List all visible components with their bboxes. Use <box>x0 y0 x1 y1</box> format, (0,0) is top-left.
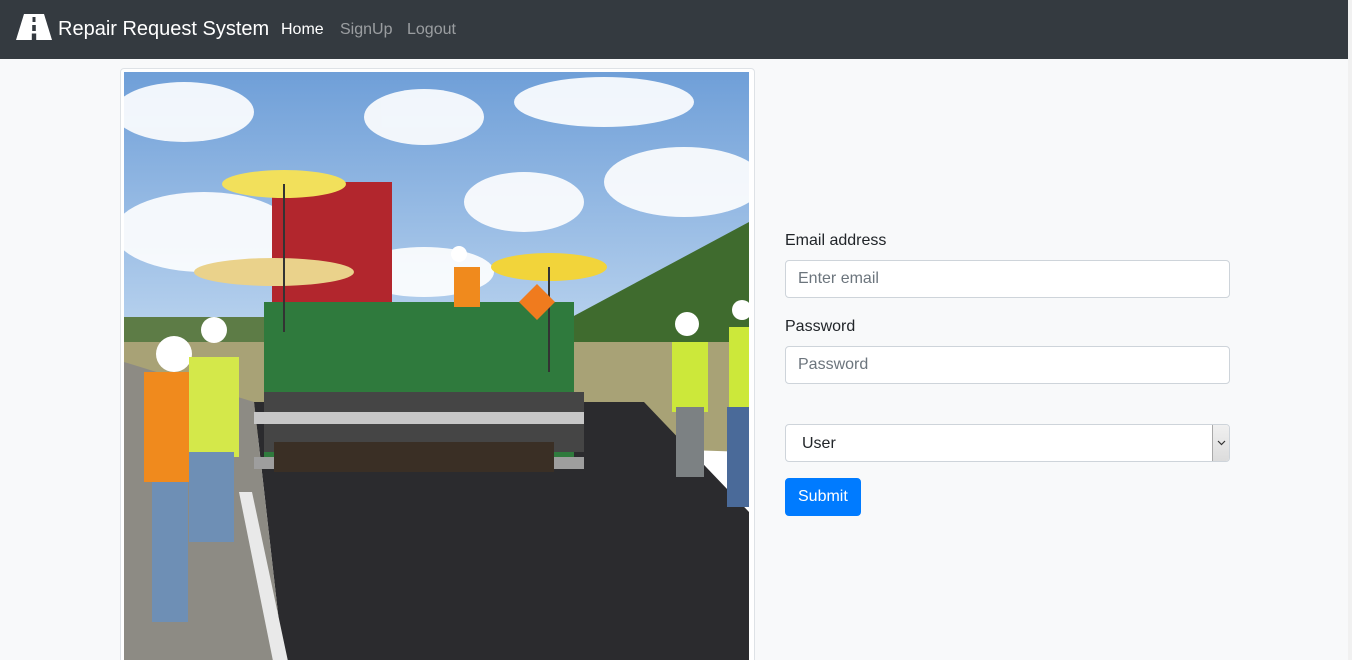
role-select-value: User <box>802 435 836 452</box>
password-input[interactable] <box>785 346 1230 384</box>
road-icon <box>16 13 52 45</box>
brand-title: Repair Request System <box>58 18 270 40</box>
brand-link[interactable]: Repair Request System <box>16 13 270 45</box>
nav-logout-link[interactable]: Logout <box>407 19 456 41</box>
email-input[interactable] <box>785 260 1230 298</box>
email-label: Email address <box>785 232 887 249</box>
page-scrollbar[interactable] <box>1348 0 1352 660</box>
road-paving-photo <box>124 72 749 660</box>
chevron-down-icon[interactable] <box>1212 425 1229 461</box>
role-select[interactable]: User <box>785 424 1230 462</box>
password-label: Password <box>785 318 856 335</box>
navbar: Repair Request System Home SignUp Logout <box>0 0 1352 59</box>
submit-button[interactable]: Submit <box>785 478 861 516</box>
nav-signup-link[interactable]: SignUp <box>340 19 392 41</box>
image-frame <box>120 68 755 660</box>
nav-home-link[interactable]: Home <box>281 19 324 41</box>
